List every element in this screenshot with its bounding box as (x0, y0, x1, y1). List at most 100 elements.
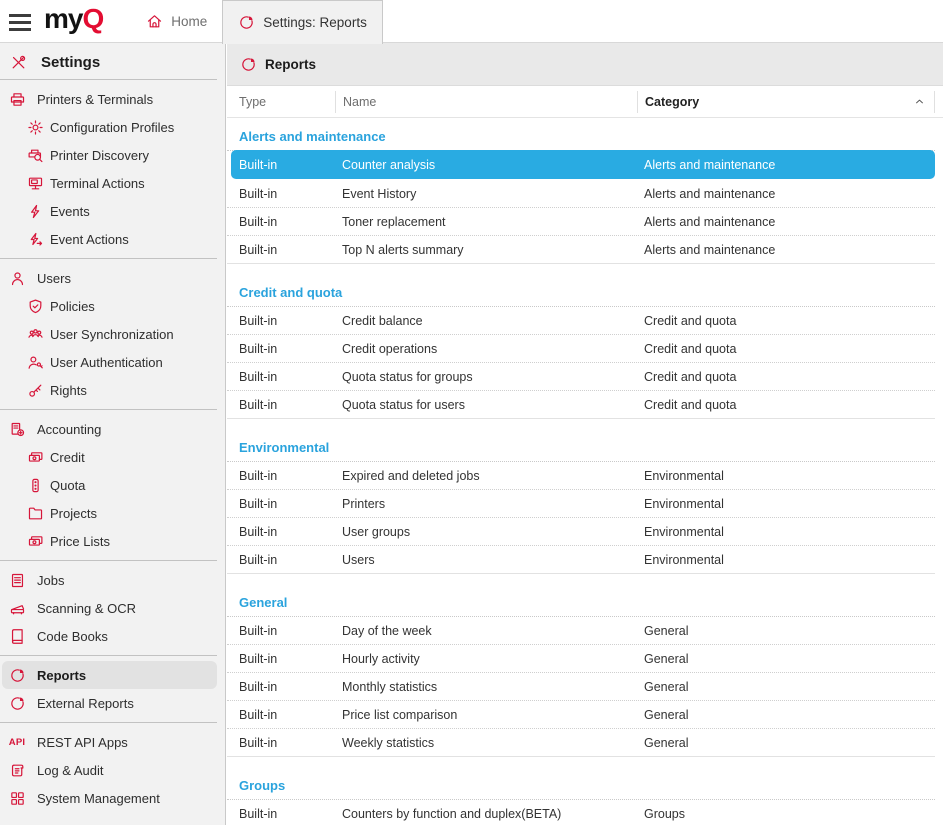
users-icon (26, 326, 44, 343)
pie-chart-icon (238, 14, 255, 31)
sidebar-item-label: Quota (50, 478, 85, 493)
report-row[interactable]: Built-inPrintersEnvironmental (227, 490, 935, 518)
report-name-cell: Event History (335, 187, 637, 201)
logo-text-q: Q (82, 3, 103, 34)
report-row[interactable]: Built-inCounter analysisAlerts and maint… (231, 150, 935, 179)
report-type-cell: Built-in (239, 680, 335, 694)
sidebar-item-external-reports[interactable]: External Reports (0, 689, 225, 717)
sidebar-item-users[interactable]: Users (0, 264, 225, 292)
report-name-cell: User groups (335, 525, 637, 539)
report-name-cell: Credit balance (335, 314, 637, 328)
sidebar-item-label: Event Actions (50, 232, 129, 247)
sidebar-item-label: User Authentication (50, 355, 163, 370)
banknote-icon (26, 449, 44, 466)
report-category-cell: Credit and quota (637, 370, 935, 384)
report-name-cell: Credit operations (335, 342, 637, 356)
report-category-cell: Environmental (637, 525, 935, 539)
report-row[interactable]: Built-inQuota status for usersCredit and… (227, 391, 935, 419)
report-category-cell: General (637, 736, 935, 750)
sidebar-item-printer-discovery[interactable]: Printer Discovery (0, 141, 225, 169)
report-category-cell: Alerts and maintenance (637, 187, 935, 201)
report-group: Environmental Built-inExpired and deleted… (227, 437, 943, 574)
sidebar-section: Reports External Reports (0, 656, 225, 722)
report-type-cell: Built-in (239, 736, 335, 750)
myq-logo[interactable]: myQ (44, 3, 103, 42)
report-row[interactable]: Built-inUser groupsEnvironmental (227, 518, 935, 546)
sidebar-section: APIREST API AppsLog & Audit System Manage… (0, 723, 225, 817)
sidebar-item-terminal-actions[interactable]: Terminal Actions (0, 169, 225, 197)
sidebar-item-price-lists[interactable]: Price Lists (0, 527, 225, 555)
accounting-icon (7, 421, 27, 438)
report-category-cell: Groups (637, 807, 935, 821)
sidebar-item-label: REST API Apps (37, 735, 128, 750)
report-category-cell: Credit and quota (637, 398, 935, 412)
sidebar-item-log-audit[interactable]: Log & Audit (0, 756, 225, 784)
report-row[interactable]: Built-inTop N alerts summaryAlerts and m… (227, 236, 935, 264)
report-row[interactable]: Built-inCredit operationsCredit and quot… (227, 335, 935, 363)
traffic-light-icon (26, 477, 44, 494)
column-header-type[interactable]: Type (239, 91, 335, 113)
sidebar-item-label: User Synchronization (50, 327, 174, 342)
sidebar-item-user-authentication[interactable]: User Authentication (0, 348, 225, 376)
tab-bar: Home Settings: Reports (131, 0, 383, 42)
sidebar-item-events[interactable]: Events (0, 197, 225, 225)
sidebar-item-printers-terminals[interactable]: Printers & Terminals (0, 85, 225, 113)
sidebar-item-jobs[interactable]: Jobs (0, 566, 225, 594)
report-row[interactable]: Built-inDay of the weekGeneral (227, 617, 935, 645)
user-key-icon (26, 354, 44, 371)
sidebar-item-rights[interactable]: Rights (0, 376, 225, 404)
report-row[interactable]: Built-inHourly activityGeneral (227, 645, 935, 673)
column-header-name[interactable]: Name (335, 91, 637, 113)
group-header: Alerts and maintenance (227, 126, 935, 151)
sidebar-item-accounting[interactable]: Accounting (0, 415, 225, 443)
sidebar-item-configuration-profiles[interactable]: Configuration Profiles (0, 113, 225, 141)
tab-settings-reports[interactable]: Settings: Reports (222, 0, 383, 44)
sidebar-item-code-books[interactable]: Code Books (0, 622, 225, 650)
report-row[interactable]: Built-inWeekly statisticsGeneral (227, 729, 935, 757)
column-header-category[interactable]: Category (637, 91, 935, 113)
sidebar-item-event-actions[interactable]: Event Actions (0, 225, 225, 253)
report-row[interactable]: Built-inPrice list comparisonGeneral (227, 701, 935, 729)
tools-icon (10, 54, 32, 71)
sidebar-item-rest-api-apps[interactable]: APIREST API Apps (0, 728, 225, 756)
home-icon (146, 13, 163, 30)
sidebar-item-label: Printers & Terminals (37, 92, 153, 107)
sidebar-item-label: Users (37, 271, 71, 286)
reports-table-body: Alerts and maintenanceBuilt-inCounter an… (227, 118, 943, 825)
report-row[interactable]: Built-inExpired and deleted jobsEnvironm… (227, 462, 935, 490)
chevron-up-icon (914, 96, 925, 107)
report-row[interactable]: Built-inEvent HistoryAlerts and maintena… (227, 180, 935, 208)
user-icon (7, 270, 27, 287)
sidebar-item-scanning-ocr[interactable]: Scanning & OCR (0, 594, 225, 622)
gear-icon (26, 119, 44, 136)
lightning-arrow-icon (26, 231, 44, 248)
sidebar-item-label: Reports (37, 668, 86, 683)
report-row[interactable]: Built-inToner replacementAlerts and main… (227, 208, 935, 236)
report-row[interactable]: Built-inUsersEnvironmental (227, 546, 935, 574)
sidebar-item-label: System Management (37, 791, 160, 806)
sidebar-item-label: Scanning & OCR (37, 601, 136, 616)
sidebar-item-quota[interactable]: Quota (0, 471, 225, 499)
document-icon (7, 572, 27, 589)
report-row[interactable]: Built-inCounters by function and duplex(… (227, 800, 935, 825)
sidebar-item-projects[interactable]: Projects (0, 499, 225, 527)
sidebar-item-label: Rights (50, 383, 87, 398)
sidebar-item-reports[interactable]: Reports (2, 661, 217, 689)
sidebar-item-label: Accounting (37, 422, 101, 437)
sidebar-item-system-management[interactable]: System Management (0, 784, 225, 812)
sidebar-item-user-synchronization[interactable]: User Synchronization (0, 320, 225, 348)
report-row[interactable]: Built-inQuota status for groupsCredit an… (227, 363, 935, 391)
tab-home[interactable]: Home (131, 0, 222, 42)
sidebar-item-label: Events (50, 204, 90, 219)
tab-settings-reports-label: Settings: Reports (263, 15, 367, 30)
sidebar-item-label: Terminal Actions (50, 176, 145, 191)
report-type-cell: Built-in (239, 243, 335, 257)
report-name-cell: Printers (335, 497, 637, 511)
sidebar-item-credit[interactable]: Credit (0, 443, 225, 471)
report-category-cell: General (637, 708, 935, 722)
report-row[interactable]: Built-inCredit balanceCredit and quota (227, 307, 935, 335)
sidebar-section: Accounting Credit Quota ProjectsPrice Lists (0, 410, 225, 560)
hamburger-menu-icon[interactable] (9, 14, 31, 42)
report-row[interactable]: Built-inMonthly statisticsGeneral (227, 673, 935, 701)
sidebar-item-policies[interactable]: Policies (0, 292, 225, 320)
